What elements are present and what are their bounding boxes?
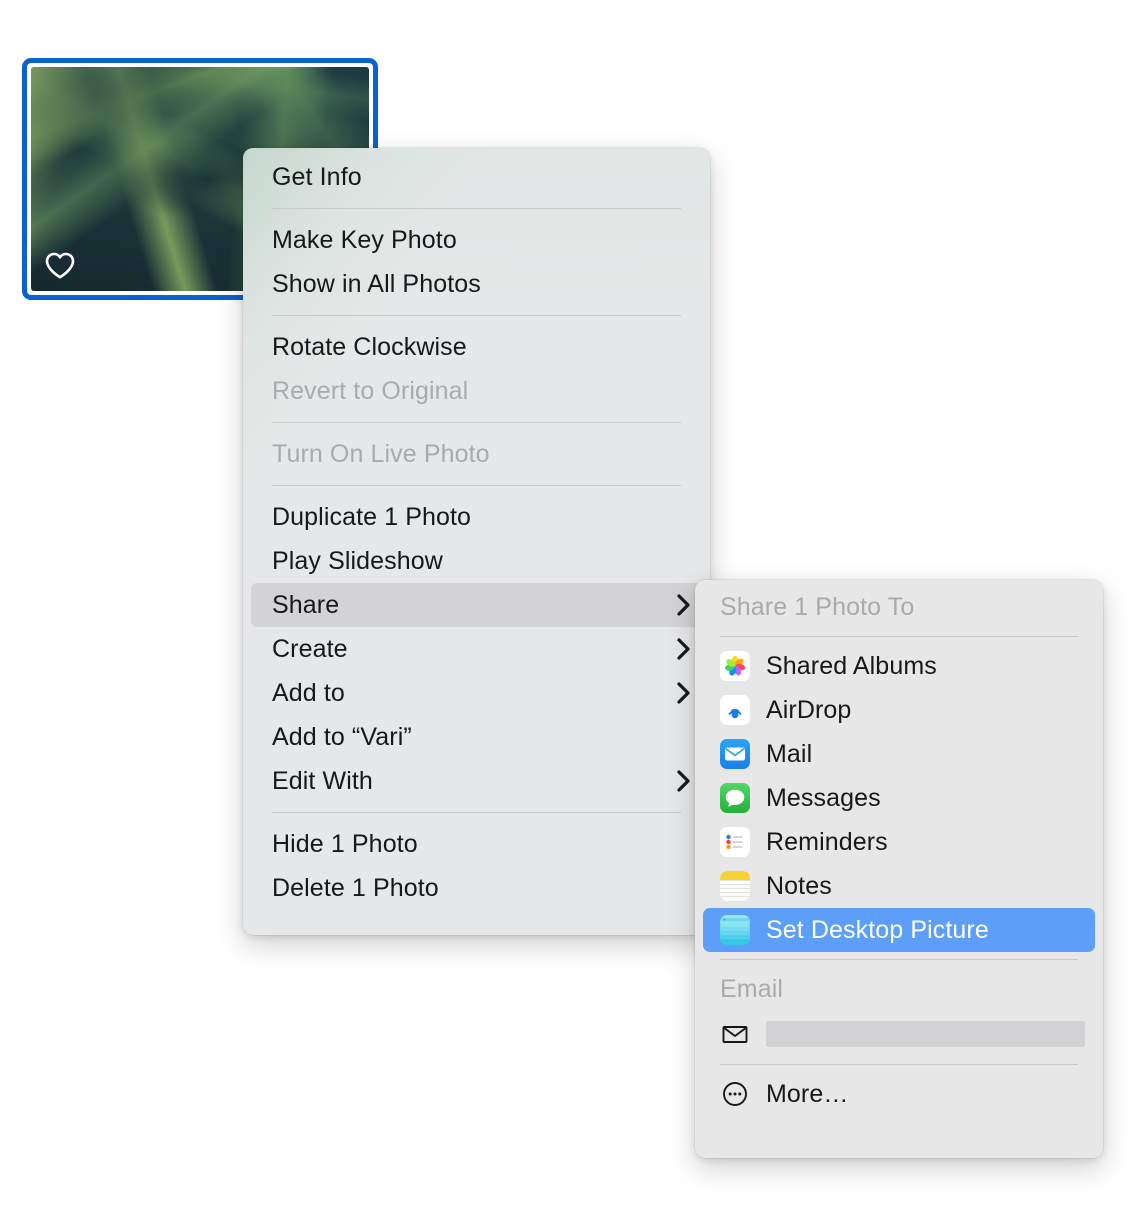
- menu-separator: [272, 208, 681, 209]
- menu-item-rotate-clockwise[interactable]: Rotate Clockwise: [243, 325, 710, 369]
- chevron-right-icon: [676, 681, 692, 705]
- messages-app-icon: [720, 783, 750, 813]
- menu-item-label: Share: [272, 590, 340, 619]
- menu-item-play-slideshow[interactable]: Play Slideshow: [243, 539, 710, 583]
- heart-icon: [45, 252, 75, 279]
- share-target-email-address[interactable]: [695, 1011, 1103, 1057]
- menu-item-label: Duplicate 1 Photo: [272, 502, 472, 531]
- menu-separator: [272, 422, 681, 423]
- menu-group: Get Info: [243, 153, 710, 201]
- photo-context-menu: Get Info Make Key Photo Show in All Phot…: [243, 148, 710, 935]
- menu-item-label: Hide 1 Photo: [272, 829, 418, 858]
- menu-separator: [720, 636, 1078, 637]
- share-target-label: Reminders: [766, 827, 888, 856]
- menu-separator: [272, 485, 681, 486]
- menu-separator: [720, 1064, 1078, 1065]
- menu-group: Rotate Clockwise Revert to Original: [243, 323, 710, 415]
- redacted-email-value: [766, 1021, 1085, 1047]
- menu-item-show-in-all-photos[interactable]: Show in All Photos: [243, 262, 710, 306]
- chevron-right-icon: [676, 593, 692, 617]
- chevron-right-icon: [676, 769, 692, 793]
- airdrop-icon: [720, 695, 750, 725]
- share-submenu-panel: Share 1 Photo To Shared Albums AirDrop M…: [695, 580, 1103, 1158]
- menu-item-delete-1-photo[interactable]: Delete 1 Photo: [243, 866, 710, 910]
- notes-app-icon: [720, 871, 750, 901]
- menu-item-add-to-album[interactable]: Add to “Vari”: [243, 715, 710, 759]
- menu-group: Duplicate 1 Photo Play Slideshow Share C…: [243, 493, 710, 805]
- menu-item-label: Add to: [272, 678, 345, 707]
- share-target-airdrop[interactable]: AirDrop: [695, 688, 1103, 732]
- reminders-app-icon: [720, 827, 750, 857]
- share-target-mail[interactable]: Mail: [695, 732, 1103, 776]
- chevron-right-icon: [676, 637, 692, 661]
- menu-group: Hide 1 Photo Delete 1 Photo: [243, 820, 710, 912]
- share-target-more[interactable]: More…: [695, 1072, 1103, 1116]
- menu-item-edit-with[interactable]: Edit With: [243, 759, 710, 803]
- mail-app-icon: [720, 739, 750, 769]
- photos-app-icon: [720, 651, 750, 681]
- menu-item-label: Create: [272, 634, 348, 663]
- share-target-label: Set Desktop Picture: [766, 915, 989, 944]
- menu-item-label: Rotate Clockwise: [272, 332, 467, 361]
- menu-group: Turn On Live Photo: [243, 430, 710, 478]
- menu-group: Make Key Photo Show in All Photos: [243, 216, 710, 308]
- menu-item-create[interactable]: Create: [243, 627, 710, 671]
- share-target-label: AirDrop: [766, 695, 852, 724]
- share-target-shared-albums[interactable]: Shared Albums: [695, 644, 1103, 688]
- menu-item-label: Turn On Live Photo: [272, 439, 490, 468]
- share-target-label: More…: [766, 1079, 849, 1108]
- menu-item-label: Revert to Original: [272, 376, 469, 405]
- menu-item-label: Edit With: [272, 766, 373, 795]
- share-target-label: Mail: [766, 739, 813, 768]
- share-target-label: Notes: [766, 871, 832, 900]
- menu-item-make-key-photo[interactable]: Make Key Photo: [243, 218, 710, 262]
- menu-item-label: Delete 1 Photo: [272, 873, 439, 902]
- share-target-label: Messages: [766, 783, 881, 812]
- share-target-label: Shared Albums: [766, 651, 937, 680]
- menu-separator: [272, 315, 681, 316]
- desktop-picture-icon: [720, 915, 750, 945]
- menu-item-label: Show in All Photos: [272, 269, 481, 298]
- share-target-reminders[interactable]: Reminders: [695, 820, 1103, 864]
- menu-item-hide-1-photo[interactable]: Hide 1 Photo: [243, 822, 710, 866]
- menu-item-revert-to-original: Revert to Original: [243, 369, 710, 413]
- menu-item-label: Get Info: [272, 162, 362, 191]
- menu-item-label: Add to “Vari”: [272, 722, 412, 751]
- menu-separator: [720, 959, 1078, 960]
- menu-item-label: Make Key Photo: [272, 225, 457, 254]
- menu-separator: [272, 812, 681, 813]
- ellipsis-circle-icon: [720, 1079, 750, 1109]
- email-section-header: Email: [720, 974, 784, 1003]
- share-target-set-desktop-picture[interactable]: Set Desktop Picture: [703, 908, 1095, 952]
- menu-item-get-info[interactable]: Get Info: [243, 155, 710, 199]
- menu-item-turn-on-live-photo: Turn On Live Photo: [243, 432, 710, 476]
- menu-item-duplicate-1-photo[interactable]: Duplicate 1 Photo: [243, 495, 710, 539]
- share-target-notes[interactable]: Notes: [695, 864, 1103, 908]
- envelope-icon: [720, 1019, 750, 1049]
- menu-item-label: Play Slideshow: [272, 546, 443, 575]
- share-target-messages[interactable]: Messages: [695, 776, 1103, 820]
- menu-item-share[interactable]: Share: [251, 583, 702, 627]
- share-submenu-header: Share 1 Photo To: [720, 592, 915, 621]
- menu-item-add-to[interactable]: Add to: [243, 671, 710, 715]
